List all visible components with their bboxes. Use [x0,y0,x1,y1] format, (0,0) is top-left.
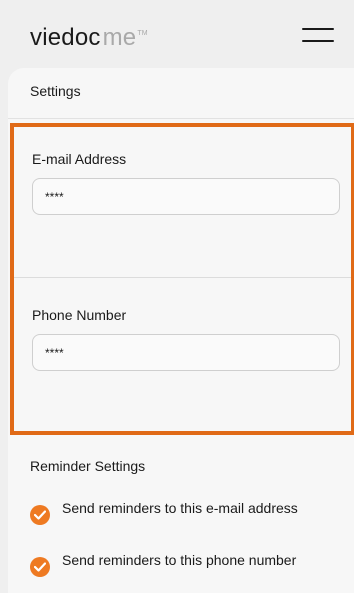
hamburger-menu-icon[interactable] [302,28,334,42]
contact-fields-section: E-mail Address Phone Number [10,123,354,435]
email-label: E-mail Address [32,151,127,167]
section-divider [14,277,351,278]
phone-field[interactable] [32,334,340,371]
email-field[interactable] [32,178,340,215]
phone-label: Phone Number [32,307,127,323]
settings-card: Settings E-mail Address Phone Number Rem… [8,68,354,593]
logo-brand: viedoc [30,24,101,51]
email-reminder-label: Send reminders to this e-mail address [62,500,298,516]
reminder-settings-heading: Reminder Settings [30,458,146,474]
viedoc-me-logo[interactable]: viedocmeTM [30,24,148,52]
phone-reminder-label: Send reminders to this phone number [62,552,297,568]
menu-line-top [302,28,334,30]
app-root: viedocmeTM Settings E-mail Address Phone… [0,0,354,593]
logo-me: me [102,24,137,51]
checkmark-icon[interactable] [30,505,50,525]
header: viedocmeTM [0,0,354,68]
check-glyph [34,510,46,520]
menu-line-bottom [302,40,334,42]
page-title: Settings [30,83,81,99]
logo-trademark: TM [137,30,148,37]
divider [8,118,354,119]
check-glyph [34,562,46,572]
checkmark-icon[interactable] [30,557,50,577]
